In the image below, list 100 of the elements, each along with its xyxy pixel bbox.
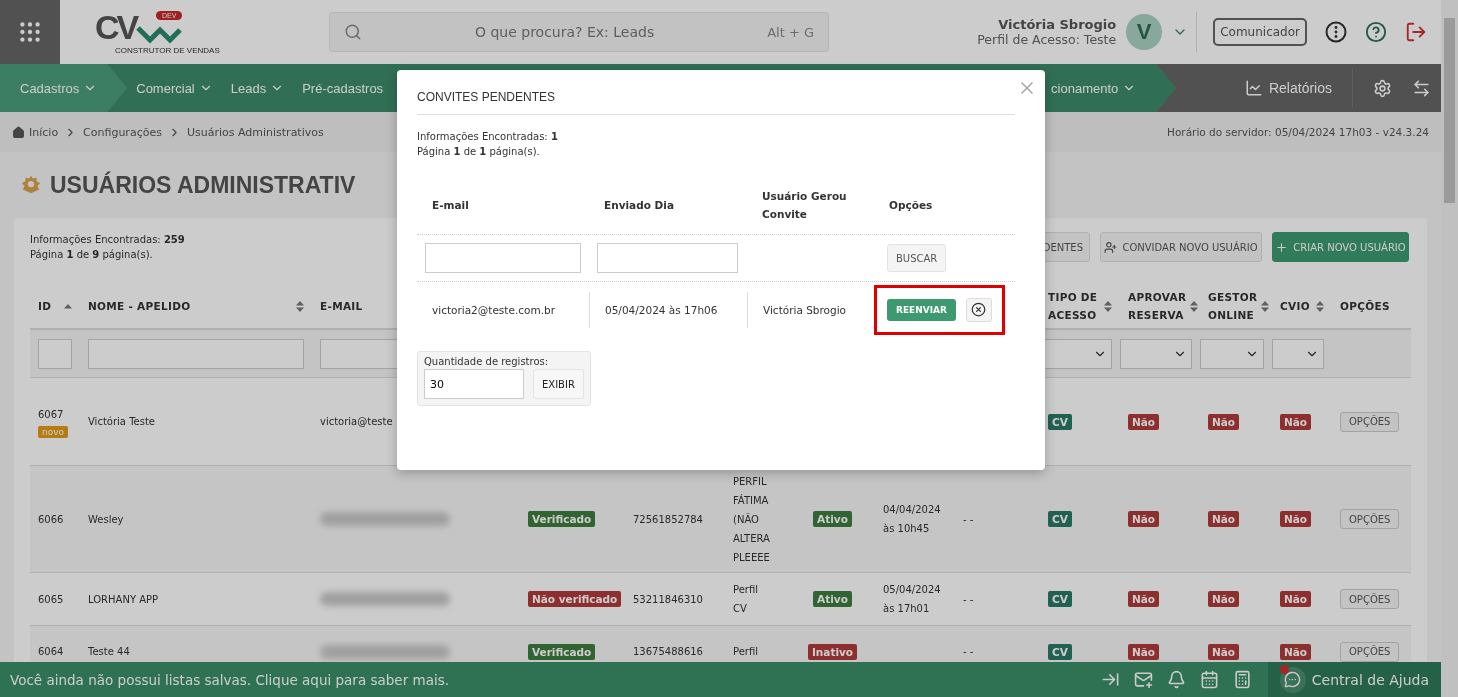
page-title: USUÁRIOS ADMINISTRATIV (50, 171, 356, 199)
show-button[interactable]: EXIBIR (533, 369, 584, 399)
table-cell-text: PERFIL FÁTIMA (NÃO ALTERA PLEEEE (733, 474, 771, 565)
no-badge: Não (1128, 511, 1160, 527)
results-count: Informações Encontradas: 1 (417, 130, 559, 144)
filter-field[interactable] (38, 338, 72, 369)
mail-icon[interactable] (1133, 670, 1153, 689)
table-cell-text: - - (963, 645, 974, 659)
table-cell-text: Teste 44 (88, 645, 130, 659)
options-button[interactable]: OPÇÕES (1340, 641, 1400, 662)
options-button[interactable]: OPÇÕES (1340, 411, 1400, 432)
access-badge: CV (1048, 643, 1072, 660)
breadcrumb-link[interactable]: Usuários Administrativos (186, 125, 324, 139)
user-avatar[interactable]: V (1126, 14, 1163, 50)
resend-button[interactable]: REENVIAR (887, 298, 956, 321)
logo-tagline: CONSTRUTOR DE VENDAS (115, 45, 220, 55)
column-header: NOME - APELIDO (88, 299, 191, 314)
column-header: Enviado Dia (603, 197, 675, 213)
verification-badge: Verificado (528, 643, 596, 660)
nav-menu-item[interactable]: Cadastros (0, 64, 128, 112)
gear-icon (20, 174, 42, 196)
help-icon[interactable] (1365, 21, 1387, 43)
new-tag: novo (38, 426, 69, 438)
no-badge: Não (1128, 413, 1160, 430)
access-badge: CV (1048, 413, 1072, 430)
logout-icon[interactable] (1405, 21, 1427, 43)
table-cell-text: 04/04/2024 às 10h45 (883, 503, 942, 536)
filter-field[interactable] (88, 338, 304, 369)
sort-icon[interactable] (1261, 300, 1270, 312)
no-badge: Não (1208, 413, 1240, 430)
sort-icon[interactable] (1316, 300, 1324, 312)
no-badge: Não (1128, 591, 1160, 607)
table-cell-text: victoria@teste (320, 415, 393, 429)
table-cell-text: Victória Teste (88, 415, 155, 429)
no-badge: Não (1208, 643, 1240, 660)
no-badge: Não (1280, 413, 1312, 430)
nav-menu-item[interactable]: Pré-cadastros (293, 64, 393, 112)
table-cell-text: - - (963, 592, 974, 607)
sort-icon[interactable] (1190, 300, 1199, 312)
no-badge: Não (1280, 511, 1312, 527)
communicator-button[interactable]: Comunicador (1213, 18, 1307, 46)
dialog-title: CONVITES PENDENTES (417, 90, 1015, 115)
plus-icon (1275, 240, 1289, 254)
column-header: ID (38, 299, 52, 314)
breadcrumb-link[interactable]: Início (12, 125, 59, 139)
filter-field[interactable] (425, 243, 581, 273)
nav-menu-item[interactable]: Comercial (127, 64, 222, 112)
user-profile: Perfil de Acesso: Teste (977, 32, 1117, 47)
chat-icon (1284, 671, 1302, 688)
table-cell-text: 6067 (38, 408, 64, 422)
verification-badge: Não verificado (528, 591, 622, 607)
page-size-field[interactable]: 30 (424, 369, 524, 399)
table-cell-text: LORHANY APP (88, 592, 159, 607)
home-icon (12, 125, 25, 139)
table-cell-text: 6065 (38, 592, 64, 607)
action-button[interactable]: CRIAR NOVO USUÁRIO (1272, 232, 1409, 262)
calculator-icon[interactable] (1232, 670, 1252, 689)
nav-menu-item[interactable]: Leads (221, 64, 294, 112)
options-button[interactable]: OPÇÕES (1340, 509, 1400, 529)
table-cell-text: Wesley (88, 512, 124, 527)
help-center-button[interactable]: Central de Ajuda (1267, 662, 1441, 697)
nav-menu-item[interactable]: cionamento (1042, 64, 1146, 112)
search-button[interactable]: BUSCAR (887, 244, 947, 272)
no-badge: Não (1280, 643, 1312, 660)
calendar-icon[interactable] (1199, 670, 1219, 689)
no-badge: Não (1208, 511, 1240, 527)
bell-icon[interactable] (1166, 670, 1186, 689)
table-cell-text: 05/04/2024 às 17h01 (883, 583, 942, 616)
column-header: E-MAIL (320, 299, 363, 314)
sort-icon[interactable] (296, 300, 304, 312)
page-size-label: Quantidade de registros: (424, 356, 550, 367)
sort-ascending-icon[interactable] (64, 303, 72, 309)
collapse-icon[interactable] (1100, 670, 1120, 689)
column-header: Opções (888, 197, 934, 213)
search-input[interactable]: O que procura? Ex: Leads (362, 23, 768, 41)
access-badge: CV (1048, 591, 1072, 607)
table-cell-text: 6066 (38, 512, 64, 527)
status-badge: Inativo (807, 643, 858, 660)
search-field[interactable]: O que procura? Ex: Leads Alt + G (329, 12, 829, 52)
breadcrumb-link[interactable]: Configurações (83, 125, 162, 139)
filter-field[interactable] (597, 243, 738, 273)
more-icon[interactable] (1325, 21, 1347, 43)
line-chart-icon (1244, 79, 1263, 97)
table-cell-text: 13675488616 (633, 645, 703, 659)
results-count: Informações Encontradas: 259 (30, 233, 185, 247)
column-header: CVIO (1280, 299, 1310, 314)
table-cell: victoria2@teste.com.br (432, 303, 555, 316)
sort-icon[interactable] (1104, 300, 1112, 312)
apps-menu-button[interactable] (0, 0, 60, 64)
cancel-invite-button[interactable] (965, 297, 992, 322)
column-header: GESTOR ONLINE (1208, 290, 1258, 323)
options-button[interactable]: OPÇÕES (1340, 589, 1400, 609)
saved-lists-message[interactable]: Você ainda não possui listas salvas. Clique aqui para saber mais. (0, 671, 449, 688)
table-cell-text: - - (963, 512, 974, 527)
action-button[interactable]: CONVIDAR NOVO USUÁRIO (1100, 232, 1262, 262)
table-cell-text: 6064 (38, 645, 64, 659)
no-badge: Não (1280, 591, 1312, 607)
column-header: E-mail (431, 197, 470, 213)
grid-icon (17, 19, 43, 45)
column-header: Usuário Gerou Convite (761, 188, 848, 222)
